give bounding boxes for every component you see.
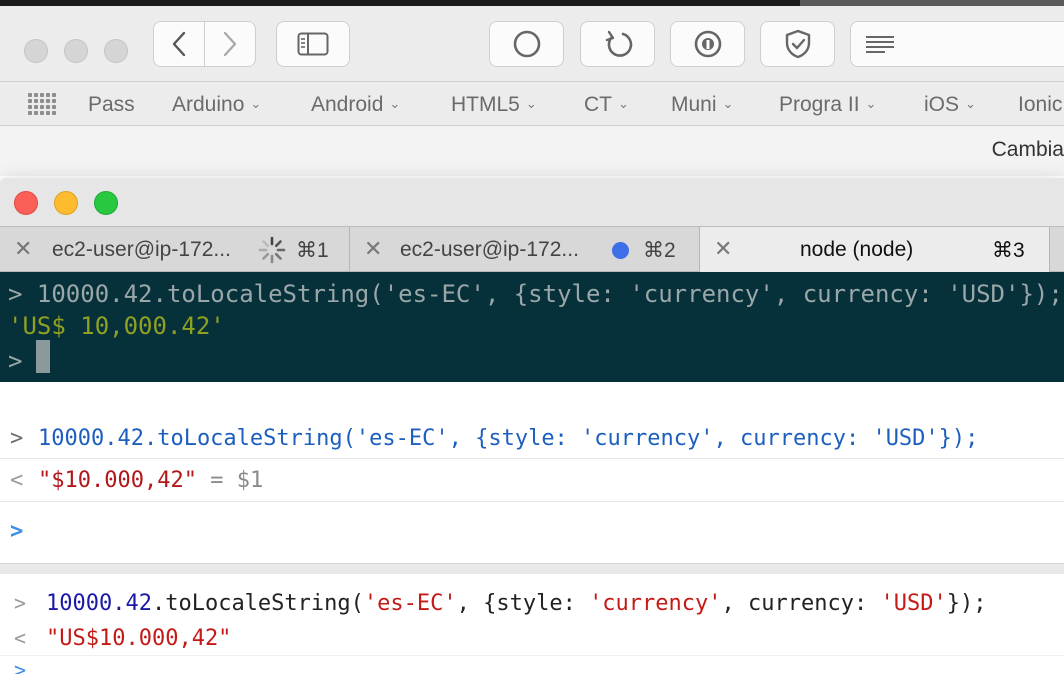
chevron-down-icon: ⌄ [525,96,537,111]
cmd-method: .toLocaleString( [151,591,364,616]
terminal-tab-bar: ✕ ec2-user@ip-172... ⌘1 ✕ ec2-user@ip-17… [0,226,1064,272]
minimize-button[interactable] [54,191,78,215]
input-prompt-icon: > [10,426,24,451]
terminal-output[interactable]: > 10000.42.toLocaleString('es-EC', {styl… [0,272,1064,382]
favorite-ios[interactable]: iOS ⌄ [924,93,976,117]
terminal-tab-1[interactable]: ✕ ec2-user@ip-172... ⌘1 [0,227,350,272]
window-zoom-button-inactive[interactable] [104,39,128,63]
output-prompt-icon: < [14,626,27,650]
favorite-ionic[interactable]: Ionic [1018,93,1062,117]
tab-title: ec2-user@ip-172... [52,238,231,261]
chrome-output-row: < "US$10.000,42" [0,620,1064,656]
favorites-bar: Pass Arduino ⌄ Android ⌄ HTML5 ⌄ CT ⌄ Muni ⌄ … [0,82,1064,126]
chevron-down-icon: ⌄ [865,96,877,111]
favorites-grid-icon[interactable] [28,93,58,115]
chrome-command[interactable]: 10000.42.toLocaleString('es-EC', {style:… [46,591,986,616]
spinner-icon [258,236,286,264]
adblock-button[interactable] [760,21,835,67]
shield-icon [784,29,812,59]
favorite-arduino[interactable]: Arduino ⌄ [172,93,261,117]
password-icon [693,29,723,59]
cmd-number: 10000.42 [46,591,152,616]
activity-dot-icon [612,242,629,259]
close-button[interactable] [14,191,38,215]
favorite-android[interactable]: Android ⌄ [311,93,400,117]
tab-shortcut: ⌘2 [643,239,676,262]
reader-icon [865,34,895,54]
input-prompt-icon: > [14,591,27,615]
console-command[interactable]: 10000.42.toLocaleString('es-EC', {style:… [38,426,978,451]
favorite-pass[interactable]: Pass [88,93,135,117]
result-value: "$10.000,42" [38,468,197,493]
window-minimize-button-inactive[interactable] [64,39,88,63]
tab-title: ec2-user@ip-172... [400,238,579,261]
cmd-arg3: 'USD' [880,591,947,616]
cmd-mid1: , {style: [456,591,590,616]
favorite-ct[interactable]: CT ⌄ [584,93,629,117]
back-button[interactable] [153,21,205,67]
favorite-muni[interactable]: Muni ⌄ [671,93,733,117]
stop-button[interactable] [489,21,564,67]
cmd-arg1: 'es-EC' [363,591,457,616]
reload-button[interactable] [580,21,655,67]
close-tab-icon[interactable]: ✕ [714,236,732,262]
sidebar-icon [297,32,329,56]
safari-console: > 10000.42.toLocaleString('es-EC', {styl… [0,382,1064,564]
chrome-prompt-row[interactable]: > [0,658,1064,674]
sidebar-button[interactable] [276,21,350,67]
zoom-button[interactable] [94,191,118,215]
terminal-result: 'US$ 10,000.42' [8,312,225,340]
terminal-cursor [36,340,50,373]
console-prompt-row[interactable]: > [0,503,1064,563]
window-close-button-inactive[interactable] [24,39,48,63]
forward-button[interactable] [204,21,256,67]
terminal-command-line: > 10000.42.toLocaleString('es-EC', {styl… [8,280,1063,308]
back-icon [171,31,187,57]
tab-shortcut: ⌘3 [992,239,1025,262]
cmd-mid2: , currency: [721,591,881,616]
chevron-down-icon: ⌄ [250,96,262,111]
forward-icon [222,31,238,57]
favorite-progra-ii[interactable]: Progra II ⌄ [779,93,876,117]
cmd-arg2: 'currency' [589,591,722,616]
output-prompt-icon: < [10,468,24,493]
terminal-tab-2[interactable]: ✕ ec2-user@ip-172... ⌘2 [350,227,700,272]
prompt-chevron-icon: > [14,658,27,674]
tab-shortcut: ⌘1 [296,239,329,262]
console-input-row: > 10000.42.toLocaleString('es-EC', {styl… [0,419,1064,459]
reload-icon [603,29,633,59]
terminal-titlebar[interactable] [0,178,1064,226]
terminal-prompt: > [8,280,23,308]
console-result[interactable]: "$10.000,42" = $1 [38,468,263,493]
page-subbar: Cambia [0,126,1064,176]
tab-title: node (node) [800,238,914,261]
chrome-input-row: > 10000.42.toLocaleString('es-EC', {styl… [0,584,1064,620]
terminal-prompt: > [8,347,23,375]
cmd-end: }); [946,591,987,616]
close-tab-icon[interactable]: ✕ [14,236,32,262]
subbar-text[interactable]: Cambia [992,138,1064,162]
close-tab-icon[interactable]: ✕ [364,236,382,262]
console-output-row: < "$10.000,42" = $1 [0,460,1064,502]
favorite-html5[interactable]: HTML5 ⌄ [451,93,537,117]
chevron-down-icon: ⌄ [389,96,401,111]
prompt-chevron-icon: > [10,519,24,544]
result-ref: = $1 [210,468,264,493]
stop-icon [512,29,542,59]
chevron-down-icon: ⌄ [722,96,734,111]
password-manager-button[interactable] [670,21,745,67]
chrome-result[interactable]: "US$10.000,42" [46,626,231,651]
address-bar[interactable] [850,21,1064,67]
chevron-down-icon: ⌄ [965,96,976,111]
terminal-window: ✕ ec2-user@ip-172... ⌘1 ✕ ec2-user@ip-17… [0,178,1064,382]
chrome-console: > 10000.42.toLocaleString('es-EC', {styl… [0,564,1064,674]
chevron-down-icon: ⌄ [618,96,629,111]
terminal-tab-3[interactable]: ✕ node (node) ⌘3 [700,227,1050,272]
terminal-command: 10000.42.toLocaleString('es-EC', {style:… [36,280,1063,308]
browser-toolbar [0,6,1064,82]
